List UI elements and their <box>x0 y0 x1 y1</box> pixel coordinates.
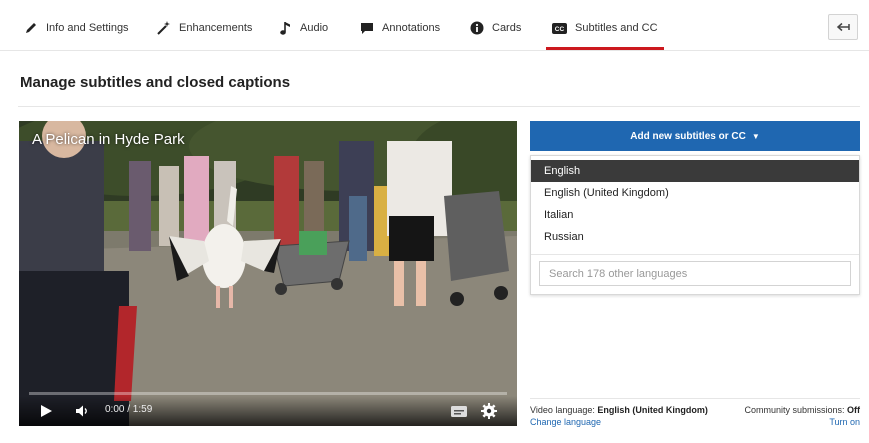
player-controls: 0:00 / 1:59 <box>19 396 517 426</box>
add-subtitles-label: Add new subtitles or CC <box>630 130 746 142</box>
video-language-info: Video language: English (United Kingdom) <box>530 405 708 415</box>
tab-label: Annotations <box>382 22 441 34</box>
tab-enhancements[interactable]: Enhancements <box>156 14 252 42</box>
tab-label: Subtitles and CC <box>575 22 658 34</box>
progress-bar[interactable] <box>29 392 507 395</box>
video-language-value: English (United Kingdom) <box>597 405 708 415</box>
play-icon[interactable] <box>39 404 53 418</box>
captions-icon[interactable] <box>451 406 467 417</box>
change-language-link[interactable]: Change language <box>530 417 601 427</box>
music-note-icon <box>280 21 292 36</box>
language-option-english[interactable]: English <box>531 160 859 182</box>
community-submissions-value: Off <box>847 405 860 415</box>
tab-subtitles-and-cc[interactable]: CC Subtitles and CC <box>546 14 664 50</box>
video-frame <box>19 121 517 426</box>
video-language-label: Video language: <box>530 405 595 415</box>
community-submissions-info: Community submissions: Off <box>744 405 860 415</box>
video-player[interactable]: A Pelican in Hyde Park 0:00 / 1:59 <box>19 121 517 426</box>
language-option-english-uk[interactable]: English (United Kingdom) <box>531 182 859 204</box>
svg-text:CC: CC <box>555 26 565 33</box>
tab-cards[interactable]: Cards <box>470 14 521 42</box>
divider <box>530 398 860 399</box>
add-subtitles-button[interactable]: Add new subtitles or CC ▼ <box>530 121 860 151</box>
divider <box>18 106 860 107</box>
tab-audio[interactable]: Audio <box>280 14 328 42</box>
tab-annotations[interactable]: Annotations <box>360 14 440 42</box>
back-button[interactable] <box>828 14 858 40</box>
language-dropdown: English English (United Kingdom) Italian… <box>530 155 860 295</box>
cc-icon: CC <box>552 22 567 34</box>
caret-down-icon: ▼ <box>751 131 760 141</box>
tab-bar: Info and Settings Enhancements Audio Ann… <box>0 0 869 51</box>
tab-info-and-settings[interactable]: Info and Settings <box>24 14 129 42</box>
tab-label: Info and Settings <box>46 22 129 34</box>
speech-bubble-icon <box>360 22 374 35</box>
volume-icon[interactable] <box>75 404 89 418</box>
info-icon <box>470 21 484 35</box>
turn-on-link[interactable]: Turn on <box>829 417 860 427</box>
tab-label: Enhancements <box>179 22 253 34</box>
pencil-icon <box>24 21 38 35</box>
back-arrow-icon <box>836 22 850 32</box>
language-search-input[interactable] <box>539 261 851 286</box>
tab-label: Cards <box>492 22 522 34</box>
language-option-russian[interactable]: Russian <box>531 226 859 248</box>
magic-wand-icon <box>156 21 171 35</box>
tab-label: Audio <box>300 22 329 34</box>
divider <box>531 254 859 255</box>
language-option-italian[interactable]: Italian <box>531 204 859 226</box>
page-title: Manage subtitles and closed captions <box>20 74 291 91</box>
community-submissions-label: Community submissions: <box>744 405 845 415</box>
time-display: 0:00 / 1:59 <box>105 404 153 415</box>
video-title: A Pelican in Hyde Park <box>32 131 185 148</box>
settings-gear-icon[interactable] <box>481 403 497 419</box>
